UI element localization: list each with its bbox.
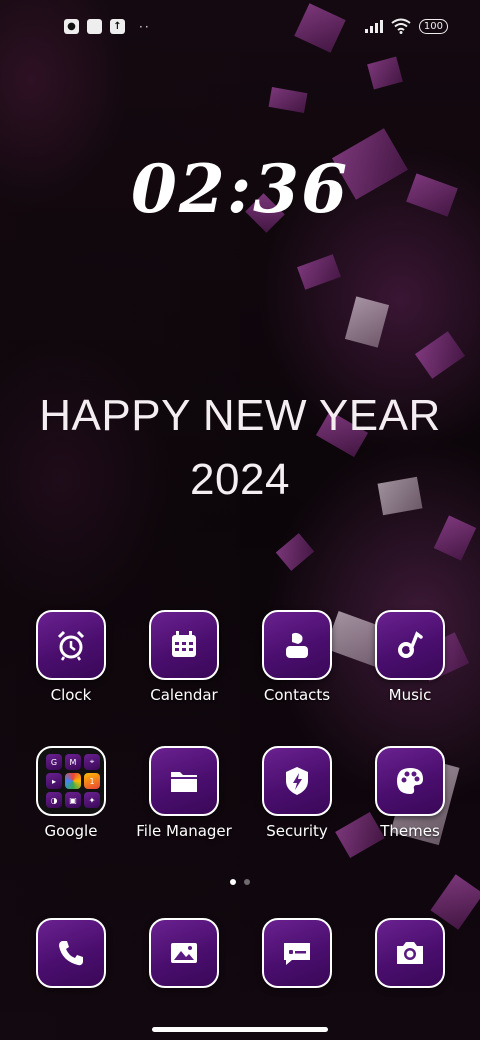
- app-label: Calendar: [150, 686, 218, 704]
- alarm-clock-icon: [57, 630, 85, 661]
- page-indicator: [0, 879, 480, 885]
- music-icon: [398, 631, 423, 658]
- messages-icon: [284, 943, 310, 965]
- app-google-folder[interactable]: G M ⌖ ▸ 1 ◑ ▣ ✦ Google: [16, 746, 126, 840]
- shield-icon: [286, 767, 308, 795]
- gallery-icon: [171, 943, 197, 963]
- signal-icon: [364, 19, 383, 33]
- calendar-icon: [172, 631, 196, 657]
- youtube-icon: ▸: [46, 773, 62, 789]
- gmail-icon: G: [46, 754, 62, 770]
- page-dot[interactable]: [244, 879, 250, 885]
- app-contacts[interactable]: Contacts: [242, 610, 352, 704]
- status-bar: ● ↑ ·· 100: [0, 0, 480, 56]
- app-tile: [149, 918, 219, 988]
- dock-phone[interactable]: [16, 918, 126, 988]
- wifi-icon: [391, 18, 411, 34]
- home-indicator[interactable]: [152, 1027, 328, 1032]
- app-label: Music: [388, 686, 432, 704]
- dock-messages[interactable]: [242, 918, 352, 988]
- app-label: Google: [44, 822, 98, 840]
- app-tile: [375, 746, 445, 816]
- palette-icon: [397, 768, 423, 794]
- app-label: Security: [266, 822, 328, 840]
- app-label: File Manager: [136, 822, 232, 840]
- app-themes[interactable]: Themes: [355, 746, 465, 840]
- app-label: Clock: [50, 686, 92, 704]
- phone-icon: [59, 941, 83, 966]
- folder-icon: G M ⌖ ▸ 1 ◑ ▣ ✦: [36, 746, 106, 816]
- app-tile: [36, 918, 106, 988]
- photos-icon: ▣: [65, 792, 81, 808]
- clock-widget[interactable]: 02:36: [0, 150, 480, 228]
- app-tile: [375, 610, 445, 680]
- greeting-line1: HAPPY NEW YEAR: [39, 391, 441, 440]
- app-tile: [149, 746, 219, 816]
- app-tile: [149, 610, 219, 680]
- app-security[interactable]: Security: [242, 746, 352, 840]
- app-tile: [36, 610, 106, 680]
- chrome-icon: [65, 773, 81, 789]
- upload-icon: ↑: [110, 19, 125, 34]
- app-tile: [262, 746, 332, 816]
- page-dot-active[interactable]: [230, 879, 236, 885]
- app-file-manager[interactable]: File Manager: [129, 746, 239, 840]
- app-clock[interactable]: Clock: [16, 610, 126, 704]
- app-label: Themes: [380, 822, 440, 840]
- greeting-line2: 2024: [190, 454, 290, 504]
- contacts-icon: [286, 632, 308, 658]
- dock-camera[interactable]: [355, 918, 465, 988]
- battery-indicator: 100: [418, 18, 448, 34]
- mail-icon: M: [65, 754, 81, 770]
- app-tile: [262, 610, 332, 680]
- camera-icon: [397, 942, 423, 964]
- app-music[interactable]: Music: [355, 610, 465, 704]
- app-calendar[interactable]: Calendar: [129, 610, 239, 704]
- app-tile: [262, 918, 332, 988]
- maps-icon: ⌖: [84, 754, 100, 770]
- duo-icon: ◑: [46, 792, 62, 808]
- app-tile: [375, 918, 445, 988]
- dock-gallery[interactable]: [129, 918, 239, 988]
- more-notifications: ··: [139, 19, 151, 34]
- fit-icon: ✦: [84, 792, 100, 808]
- square-icon: [87, 19, 102, 34]
- file-folder-icon: [171, 772, 197, 792]
- app-label: Contacts: [263, 686, 331, 704]
- notification-icon: ●: [64, 19, 79, 34]
- greeting-text: HAPPY NEW YEAR 2024: [0, 384, 480, 512]
- one-icon: 1: [84, 773, 100, 789]
